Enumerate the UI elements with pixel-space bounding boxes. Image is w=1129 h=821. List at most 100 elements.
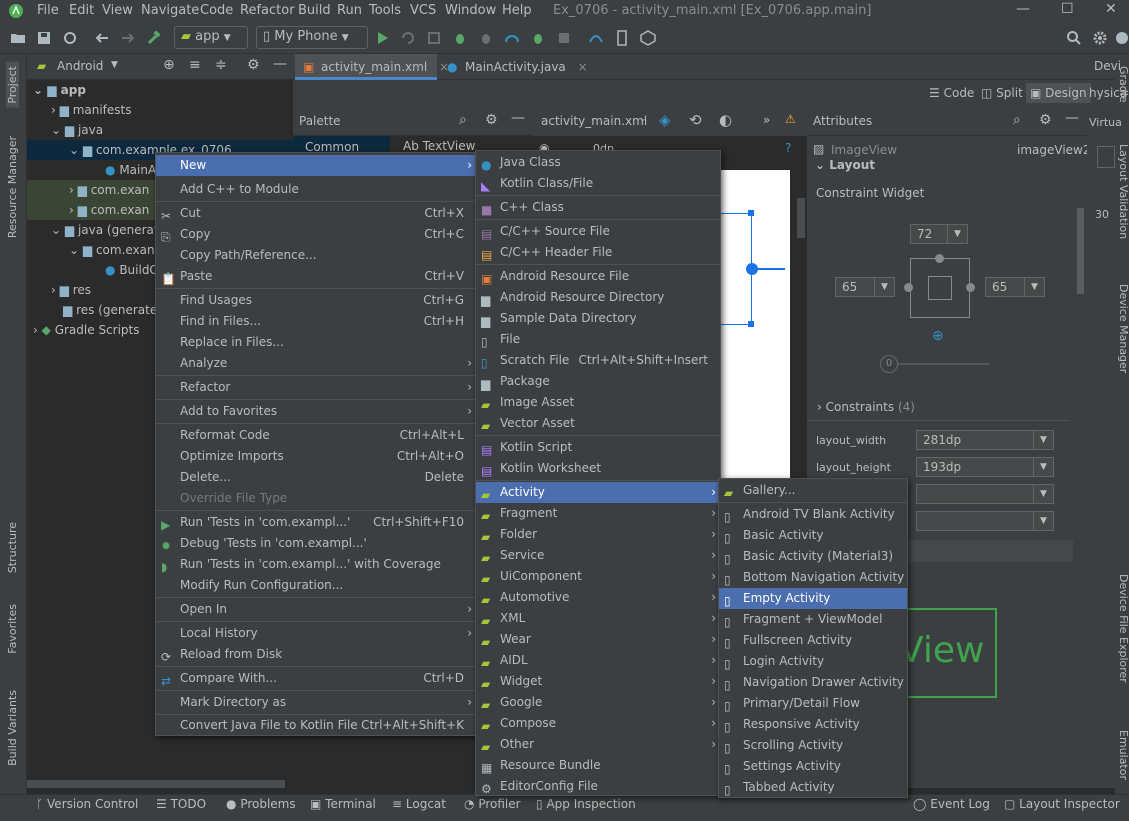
menu-edit[interactable]: Edit	[69, 3, 94, 18]
help-icon[interactable]: ?	[785, 141, 791, 155]
menu-item-run-with-coverage[interactable]: ◗ Run 'Tests in 'com.exampl...' with Cove…	[156, 554, 476, 575]
layout-validation-tool-tab[interactable]: Layout Validation	[1117, 144, 1129, 239]
run-tests-icon[interactable]	[530, 30, 546, 46]
menu-tools[interactable]: Tools	[369, 3, 401, 18]
hide-icon[interactable]: —	[273, 56, 287, 72]
menu-item-mark-directory-as[interactable]: Mark Directory as ›	[156, 692, 476, 713]
tree-item[interactable]: › ▆ manifests	[51, 100, 132, 120]
project-view-combo[interactable]: Android	[57, 59, 103, 73]
menu-item-cut[interactable]: ✂ Cut Ctrl+X	[156, 203, 476, 224]
gear-icon[interactable]	[1092, 30, 1108, 46]
menu-item-aidl[interactable]: ▰ AIDL ›	[476, 650, 720, 671]
theme-icon[interactable]: ◐	[719, 111, 732, 129]
design-mode-button[interactable]: ▣ Design	[1026, 83, 1091, 103]
menu-item-bottom-navigation-activity[interactable]: ▯ Bottom Navigation Activity	[719, 567, 907, 588]
constraint-dot-right[interactable]	[966, 283, 975, 292]
project-tool-tab[interactable]: Project	[6, 62, 19, 108]
menu-item-debug-tests[interactable]: ✹ Debug 'Tests in 'com.exampl...'	[156, 533, 476, 554]
constraint-dot-top[interactable]	[935, 254, 944, 263]
todo-button[interactable]: ☰ TODO	[156, 797, 206, 811]
more-icon[interactable]: »	[763, 113, 770, 127]
menu-item-run-tests[interactable]: ▶ Run 'Tests in 'com.exampl...' Ctrl+Shift…	[156, 512, 476, 533]
logcat-button[interactable]: ≡ Logcat	[392, 797, 446, 811]
menu-item-sample-data-directory[interactable]: ▆ Sample Data Directory	[476, 308, 720, 329]
module-combo[interactable]: ▰ app ▼	[174, 26, 248, 49]
stop-icon[interactable]	[556, 30, 572, 46]
menu-view[interactable]: View	[102, 3, 133, 18]
menu-item-image-asset[interactable]: ▰ Image Asset	[476, 392, 720, 413]
menu-item-reload-from-disk[interactable]: ⟳ Reload from Disk	[156, 644, 476, 665]
menu-item-kotlin-script[interactable]: ▤ Kotlin Script	[476, 437, 720, 458]
emulator-tool-tab[interactable]: Emulator	[1117, 730, 1129, 780]
search-icon[interactable]: ⌕	[459, 112, 467, 128]
margin-left-field[interactable]: 65 ▼	[835, 277, 895, 297]
code-mode-button[interactable]: ☰ Code	[929, 86, 974, 100]
menu-item-cpp-source[interactable]: ▤ C/C++ Source File	[476, 221, 720, 242]
device-file-explorer-tool-tab[interactable]: Device File Explorer	[1117, 574, 1129, 683]
gear-icon[interactable]: ⚙	[485, 112, 498, 128]
menu-refactor[interactable]: Refactor	[240, 3, 295, 18]
menu-item-refactor[interactable]: Refactor ›	[156, 377, 476, 398]
menu-item-google[interactable]: ▰ Google ›	[476, 692, 720, 713]
hide-icon[interactable]: —	[1065, 110, 1079, 126]
attribute-field[interactable]: ▼	[916, 484, 1054, 504]
structure-tool-tab[interactable]: Structure	[6, 522, 19, 573]
menu-navigate[interactable]: Navigate	[141, 3, 199, 18]
menu-item-find-usages[interactable]: Find Usages Ctrl+G	[156, 290, 476, 311]
tree-item[interactable]: ⌄ ▆ java	[51, 120, 103, 140]
menu-item-responsive-activity[interactable]: ▯ Responsive Activity	[719, 714, 907, 735]
menu-item-scrolling-activity[interactable]: ▯ Scrolling Activity	[719, 735, 907, 756]
device-manager-tool-tab[interactable]: Device Manager	[1117, 284, 1129, 373]
attribute-field[interactable]: ▼	[916, 511, 1054, 531]
menu-item-folder[interactable]: ▰ Folder ›	[476, 524, 720, 545]
layout-width-field[interactable]: 281dp ▼	[916, 430, 1054, 450]
menu-item-navigation-drawer-activity[interactable]: ▯ Navigation Drawer Activity	[719, 672, 907, 693]
favorites-tool-tab[interactable]: Favorites	[6, 604, 19, 654]
menu-build[interactable]: Build	[298, 3, 331, 18]
menu-item-fullscreen-activity[interactable]: ▯ Fullscreen Activity	[719, 630, 907, 651]
menu-item-basic-activity[interactable]: ▯ Basic Activity	[719, 525, 907, 546]
menu-vcs[interactable]: VCS	[410, 3, 436, 18]
menu-item-tabbed-activity[interactable]: ▯ Tabbed Activity	[719, 777, 907, 798]
menu-item-gallery[interactable]: ▰ Gallery...	[719, 480, 907, 501]
hammer-icon[interactable]	[146, 30, 162, 46]
forward-arrow-icon[interactable]	[120, 30, 136, 46]
resize-handle[interactable]	[748, 321, 754, 327]
menu-item-wear[interactable]: ▰ Wear ›	[476, 629, 720, 650]
chevron-down-icon[interactable]: ⌄	[639, 114, 647, 124]
chevron-down-icon[interactable]: ▼	[947, 225, 967, 243]
device-tab-fragment[interactable]: Devi	[1094, 59, 1121, 73]
menu-item-add-cpp[interactable]: Add C++ to Module	[156, 179, 476, 200]
menu-item-fragment-viewmodel[interactable]: ▯ Fragment + ViewModel	[719, 609, 907, 630]
layout-section[interactable]: ⌄ Layout	[815, 158, 875, 172]
menu-item-cpp-header[interactable]: ▤ C/C++ Header File	[476, 242, 720, 263]
horizontal-scrollbar[interactable]	[27, 780, 285, 788]
terminal-button[interactable]: ▣ Terminal	[310, 797, 376, 811]
menu-item-modify-run-config[interactable]: Modify Run Configuration...	[156, 575, 476, 596]
chevron-down-icon[interactable]: ▼	[111, 60, 118, 70]
menu-item-resource-bundle[interactable]: ▦ Resource Bundle	[476, 755, 720, 776]
chevron-down-icon[interactable]: ▼	[874, 278, 894, 296]
sync-icon[interactable]	[62, 30, 78, 46]
menu-item-new[interactable]: New ›	[156, 155, 476, 176]
palette-item-textview[interactable]: Ab TextView	[403, 139, 475, 153]
bias-slider[interactable]	[889, 363, 989, 365]
menu-item-cpp-class[interactable]: ■ C++ Class	[476, 197, 720, 218]
problems-button[interactable]: ● Problems	[226, 797, 296, 811]
menu-item-widget[interactable]: ▰ Widget ›	[476, 671, 720, 692]
file-combo[interactable]: activity_main.xml	[541, 114, 647, 128]
menu-item-empty-activity[interactable]: ▯ Empty Activity	[719, 588, 907, 609]
account-icon[interactable]	[1114, 30, 1129, 46]
menu-item-copy-path[interactable]: Copy Path/Reference...	[156, 245, 476, 266]
tree-item[interactable]: › ▆ res	[51, 280, 91, 300]
layout-height-field[interactable]: 193dp ▼	[916, 457, 1054, 477]
run-icon[interactable]	[374, 30, 390, 46]
chevron-down-icon[interactable]: ▼	[1024, 278, 1044, 296]
chevron-down-icon[interactable]: ▼	[1033, 512, 1053, 530]
constraint-anchor[interactable]	[746, 263, 758, 275]
search-icon[interactable]	[1066, 30, 1082, 46]
margin-right-field[interactable]: 65 ▼	[985, 277, 1045, 297]
menu-item-basic-activity-material3[interactable]: ▯ Basic Activity (Material3)	[719, 546, 907, 567]
chevron-down-icon[interactable]: ▼	[1033, 431, 1053, 449]
close-icon[interactable]: ✕	[1105, 1, 1117, 17]
